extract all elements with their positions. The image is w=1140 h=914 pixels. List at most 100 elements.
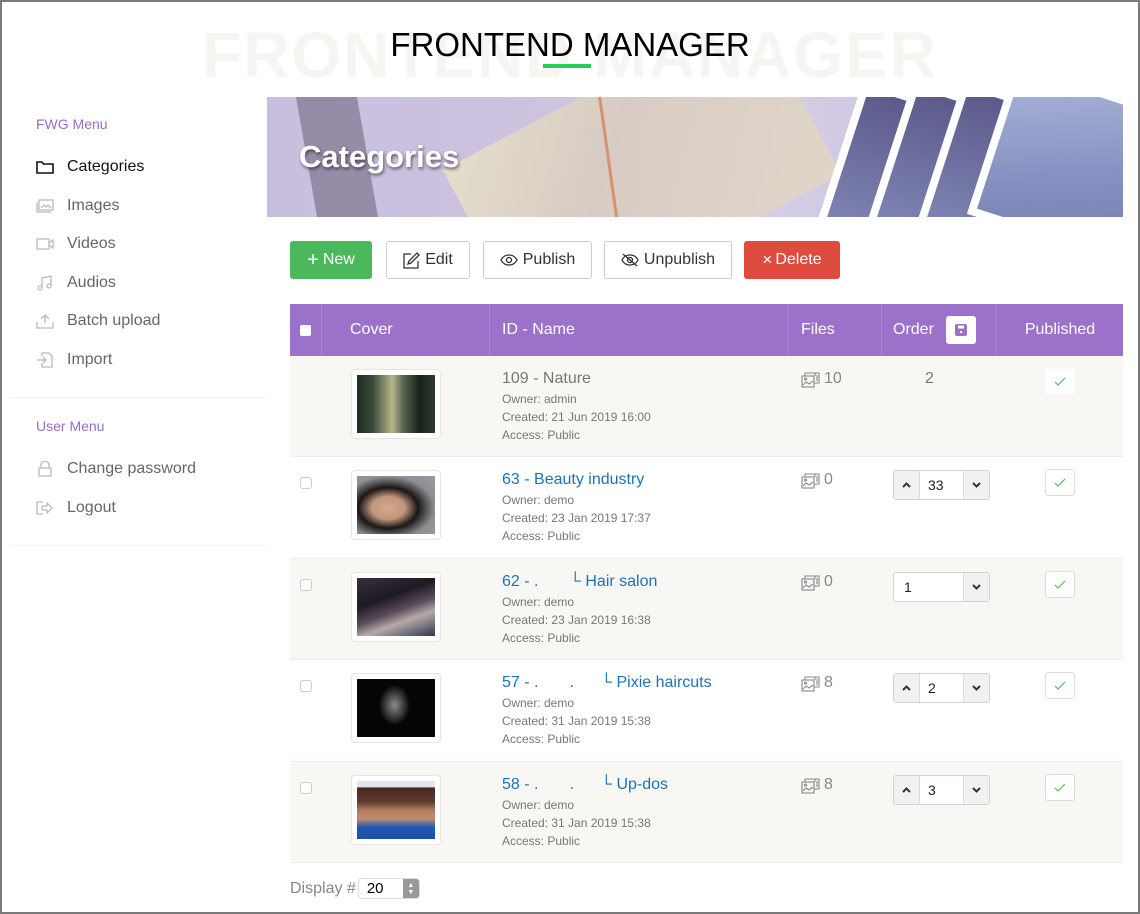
lock-icon	[36, 460, 58, 478]
column-published: Published	[1024, 321, 1096, 338]
sidebar-item-label: Import	[67, 350, 113, 368]
floppy-disk-icon	[954, 324, 967, 336]
row-checkbox[interactable]	[300, 477, 312, 490]
category-name-link[interactable]: 58 - . . └ Up-dos	[502, 776, 789, 796]
table-row: 58 - . . └ Up-dos Owner: demo Created: 3…	[290, 761, 1123, 863]
sidebar-item-audios[interactable]: Audios	[36, 264, 266, 303]
order-cell	[882, 660, 997, 760]
files-count: 8	[824, 775, 833, 793]
category-name-link[interactable]: 62 - . └ Hair salon	[502, 573, 789, 593]
category-access: Access: Public	[502, 833, 581, 848]
row-checkbox[interactable]	[300, 680, 312, 693]
category-owner: Owner: demo	[502, 797, 575, 812]
order-down-button[interactable]	[963, 471, 989, 500]
order-input[interactable]	[920, 471, 963, 500]
user-menu-heading: User Menu	[36, 418, 105, 434]
sidebar-item-videos[interactable]: Videos	[36, 225, 266, 264]
category-owner: Owner: demo	[502, 493, 575, 508]
order-up-button[interactable]	[894, 775, 920, 804]
new-button-label: New	[322, 251, 355, 268]
column-files: Files	[789, 304, 882, 356]
chevron-down-icon	[972, 786, 981, 793]
sidebar-item-change-password[interactable]: Change password	[36, 450, 266, 489]
images-icon	[36, 197, 58, 215]
published-cell	[997, 457, 1123, 557]
column-id-name[interactable]: ID - Name	[490, 304, 789, 356]
name-cell: 109 - Nature Owner: admin Created: 21 Ju…	[490, 356, 789, 456]
display-count-select[interactable]: 20 ▲ ▼	[357, 878, 420, 899]
order-stepper	[893, 571, 990, 602]
files-cell: 0	[789, 559, 882, 659]
order-down-button[interactable]	[963, 775, 989, 804]
cover-thumbnail[interactable]	[351, 673, 441, 744]
published-toggle[interactable]	[1045, 773, 1075, 801]
order-value: 2	[925, 370, 934, 387]
edit-button[interactable]: Edit	[386, 241, 470, 279]
order-input[interactable]	[894, 572, 963, 601]
row-checkbox[interactable]	[300, 578, 312, 591]
order-stepper	[893, 673, 990, 704]
cover-thumbnail[interactable]	[351, 369, 441, 439]
files-cell: 8	[789, 660, 882, 760]
chevron-down-icon	[972, 482, 981, 489]
cover-thumbnail[interactable]	[351, 774, 441, 845]
select-arrows-icon: ▲ ▼	[402, 879, 419, 898]
publish-button[interactable]: Publish	[483, 241, 592, 279]
published-toggle[interactable]	[1045, 368, 1075, 395]
table-row: 63 - Beauty industry Owner: demo Created…	[290, 457, 1123, 559]
files-cell: 10	[789, 356, 882, 456]
table-header: Cover ID - Name Files Order Published	[290, 304, 1123, 356]
published-cell	[997, 660, 1123, 760]
gallery-icon	[801, 372, 820, 388]
category-access: Access: Public	[502, 732, 581, 747]
row-checkbox[interactable]	[300, 781, 312, 794]
published-toggle[interactable]	[1045, 570, 1075, 598]
cover-cell	[322, 356, 490, 456]
banner-title: Categories	[299, 139, 460, 174]
sidebar: FWG Menu Categories Images Videos Audios…	[12, 96, 266, 546]
column-order-label: Order	[893, 321, 934, 338]
new-button[interactable]: + New	[290, 241, 372, 279]
order-input[interactable]	[920, 674, 963, 703]
category-created: Created: 31 Jan 2019 15:38	[502, 815, 651, 830]
category-access: Access: Public	[502, 428, 581, 442]
order-up-button[interactable]	[894, 471, 920, 500]
chevron-down-icon	[972, 584, 981, 590]
page-title: FRONTEND MANAGER	[390, 26, 750, 63]
select-all-checkbox[interactable]	[300, 324, 311, 336]
order-input[interactable]	[920, 775, 963, 804]
category-access: Access: Public	[502, 630, 581, 645]
delete-button[interactable]: × Delete	[744, 241, 840, 279]
edit-button-label: Edit	[425, 251, 453, 268]
save-order-button[interactable]	[945, 316, 976, 344]
order-down-button[interactable]	[963, 572, 989, 601]
name-cell: 57 - . . └ Pixie haircuts Owner: demo Cr…	[490, 660, 789, 760]
order-down-button[interactable]	[963, 674, 989, 703]
check-icon	[1054, 478, 1066, 488]
check-icon	[1054, 783, 1066, 792]
sidebar-item-import[interactable]: Import	[36, 341, 266, 380]
cover-thumbnail[interactable]	[351, 470, 441, 541]
published-cell	[997, 356, 1123, 456]
sidebar-item-logout[interactable]: Logout	[36, 489, 266, 528]
files-cell: 0	[789, 457, 882, 557]
row-check-cell	[290, 356, 322, 456]
sidebar-item-images[interactable]: Images	[36, 187, 266, 226]
unpublish-button[interactable]: Unpublish	[604, 241, 732, 279]
table-row: 57 - . . └ Pixie haircuts Owner: demo Cr…	[290, 660, 1123, 762]
published-toggle[interactable]	[1045, 672, 1075, 700]
select-all-cell	[290, 304, 322, 356]
cover-thumbnail[interactable]	[351, 571, 441, 642]
chevron-up-icon	[902, 786, 911, 793]
publish-button-label: Publish	[522, 251, 576, 268]
order-up-button[interactable]	[894, 674, 920, 703]
category-name-link[interactable]: 57 - . . └ Pixie haircuts	[502, 674, 789, 694]
sidebar-item-batch-upload[interactable]: Batch upload	[36, 302, 266, 341]
fwg-menu-heading: FWG Menu	[36, 116, 108, 132]
published-toggle[interactable]	[1045, 469, 1075, 497]
order-cell	[882, 559, 997, 659]
category-name-link[interactable]: 63 - Beauty industry	[502, 471, 789, 491]
sidebar-item-categories[interactable]: Categories	[36, 148, 266, 187]
sidebar-item-label: Logout	[67, 498, 116, 516]
sidebar-item-label: Audios	[67, 273, 116, 291]
